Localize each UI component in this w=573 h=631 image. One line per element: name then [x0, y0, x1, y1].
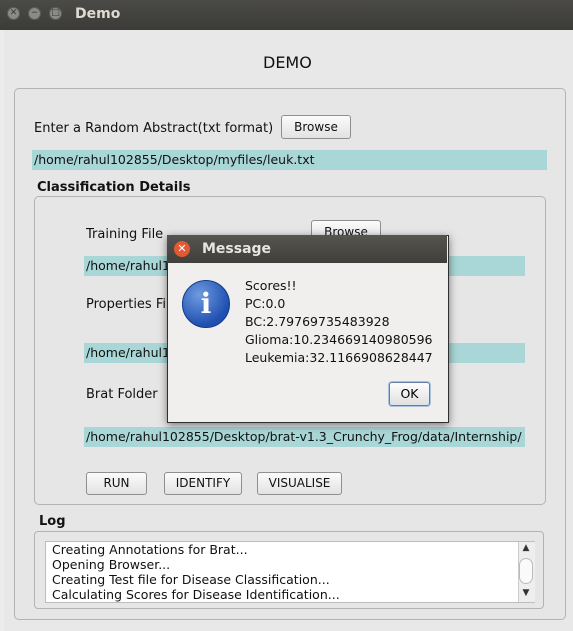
- visualise-button[interactable]: VISUALISE: [257, 472, 342, 495]
- scroll-down-icon[interactable]: ▼: [518, 588, 534, 598]
- properties-file-label: Properties Fil: [86, 297, 170, 312]
- identify-button[interactable]: IDENTIFY: [164, 472, 242, 495]
- minimize-icon: −: [30, 8, 39, 18]
- abstract-browse-button[interactable]: Browse: [281, 115, 351, 139]
- close-icon: ✕: [177, 242, 187, 255]
- dialog-message-line: Leukemia:32.1166908628447: [245, 350, 433, 365]
- log-line: Creating Annotations for Brat...: [52, 542, 248, 557]
- dialog-close-button[interactable]: ✕: [174, 241, 190, 257]
- info-icon: i: [182, 280, 230, 328]
- log-line: Calculating Scores for Disease Identific…: [52, 587, 340, 602]
- maximize-icon: □: [51, 8, 60, 18]
- abstract-path-field[interactable]: /home/rahul102855/Desktop/myfiles/leuk.t…: [32, 150, 547, 170]
- dialog-message-line: BC:2.79769735483928: [245, 314, 390, 329]
- log-line: Creating Test file for Disease Classific…: [52, 572, 330, 587]
- window-close-button[interactable]: ✕: [7, 7, 20, 20]
- log-title: Log: [39, 514, 66, 529]
- brat-path-field[interactable]: /home/rahul102855/Desktop/brat-v1.3_Crun…: [84, 427, 525, 447]
- scroll-up-icon[interactable]: ▲: [518, 543, 534, 553]
- dialog-message-line: PC:0.0: [245, 296, 286, 311]
- close-icon: ✕: [9, 8, 18, 18]
- dialog-title: Message: [202, 241, 272, 257]
- window-title: Demo: [75, 6, 121, 22]
- log-line: Opening Browser...: [52, 557, 171, 572]
- brat-folder-label: Brat Folder: [86, 387, 158, 402]
- classification-section-title: Classification Details: [37, 180, 191, 195]
- abstract-label: Enter a Random Abstract(txt format): [34, 121, 274, 136]
- training-file-label: Training File: [86, 227, 164, 242]
- log-scroll-thumb[interactable]: [519, 558, 533, 584]
- window-maximize-button[interactable]: □: [49, 7, 62, 20]
- window-minimize-button[interactable]: −: [28, 7, 41, 20]
- page-title: DEMO: [263, 53, 312, 72]
- dialog-message-line: Scores!!: [245, 278, 297, 293]
- run-button[interactable]: RUN: [86, 472, 147, 495]
- dialog-message-line: Glioma:10.234669140980596: [245, 332, 433, 347]
- ok-button[interactable]: OK: [389, 382, 430, 406]
